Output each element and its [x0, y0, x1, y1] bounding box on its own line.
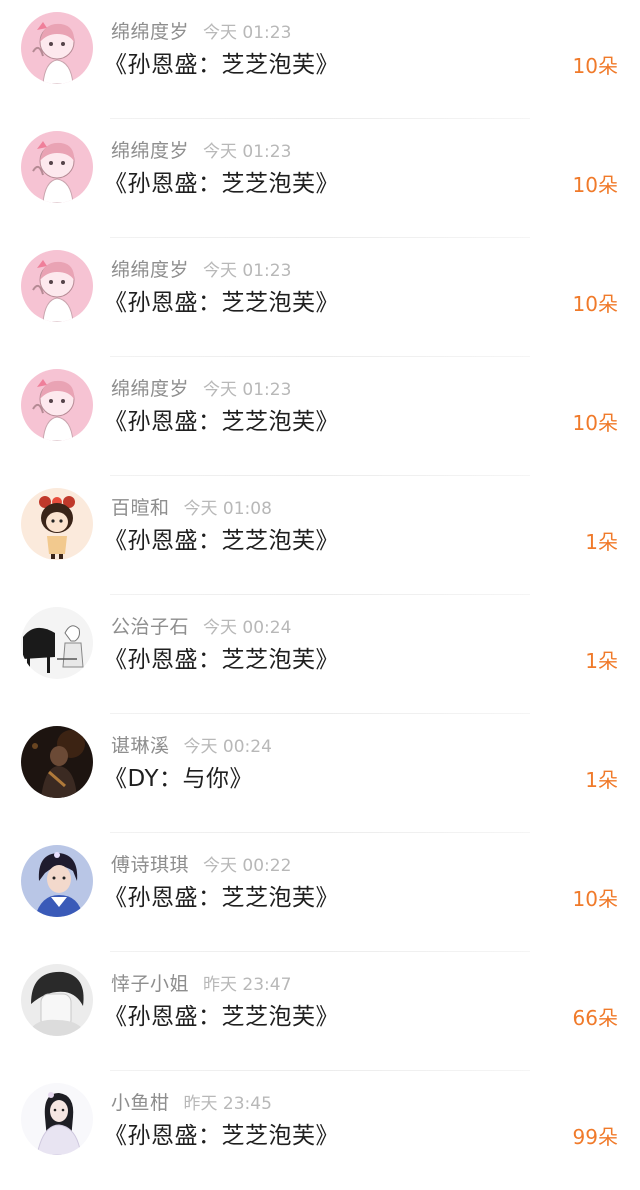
list-item[interactable]: 公治子石 今天 00:24 《孙恩盛：芝芝泡芙》 1朵	[0, 595, 640, 714]
gift-title: 《孙恩盛：芝芝泡芙》	[104, 1004, 339, 1030]
row-meta: 绵绵度岁 今天 01:23	[111, 19, 291, 45]
list-item[interactable]: 绵绵度岁 今天 01:23 《孙恩盛：芝芝泡芙》 10朵	[0, 119, 640, 238]
list-item[interactable]: 谌琳溪 今天 00:24 《DY：与你》 1朵	[0, 714, 640, 833]
list-item[interactable]: 小鱼柑 昨天 23:45 《孙恩盛：芝芝泡芙》 99朵	[0, 1071, 640, 1190]
timestamp: 昨天 23:47	[203, 975, 292, 995]
gift-title: 《孙恩盛：芝芝泡芙》	[104, 171, 339, 197]
costume-portrait-avatar[interactable]	[21, 845, 93, 917]
flower-count: 10朵	[572, 887, 618, 911]
list-item[interactable]: 绵绵度岁 今天 01:23 《孙恩盛：芝芝泡芙》 10朵	[0, 357, 640, 476]
timestamp: 今天 01:23	[203, 142, 292, 162]
user-name[interactable]: 小鱼柑	[111, 1092, 170, 1114]
list-item[interactable]: 绵绵度岁 今天 01:23 《孙恩盛：芝芝泡芙》 10朵	[0, 0, 640, 119]
timestamp: 今天 00:24	[203, 618, 292, 638]
list-item[interactable]: 傅诗琪琪 今天 00:22 《孙恩盛：芝芝泡芙》 10朵	[0, 833, 640, 952]
user-name[interactable]: 绵绵度岁	[111, 259, 189, 281]
flower-count: 1朵	[585, 768, 618, 792]
timestamp: 昨天 23:45	[183, 1094, 272, 1114]
gift-title: 《DY：与你》	[104, 766, 254, 792]
flower-count: 10朵	[572, 173, 618, 197]
user-name[interactable]: 傅诗琪琪	[111, 854, 189, 876]
row-meta: 绵绵度岁 今天 01:23	[111, 138, 291, 164]
row-meta: 傅诗琪琪 今天 00:22	[111, 852, 291, 878]
user-name[interactable]: 绵绵度岁	[111, 140, 189, 162]
gift-title: 《孙恩盛：芝芝泡芙》	[104, 290, 339, 316]
list-item[interactable]: 悻子小姐 昨天 23:47 《孙恩盛：芝芝泡芙》 66朵	[0, 952, 640, 1071]
gift-title: 《孙恩盛：芝芝泡芙》	[104, 885, 339, 911]
user-name[interactable]: 绵绵度岁	[111, 378, 189, 400]
gift-record-list: 绵绵度岁 今天 01:23 《孙恩盛：芝芝泡芙》 10朵 绵绵度岁 今天 01:23…	[0, 0, 640, 1174]
pink-girl-avatar[interactable]	[21, 12, 93, 84]
timestamp: 今天 01:23	[203, 23, 292, 43]
row-meta: 百暄和 今天 01:08	[111, 495, 272, 521]
timestamp: 今天 01:23	[203, 380, 292, 400]
gift-title: 《孙恩盛：芝芝泡芙》	[104, 1123, 339, 1149]
row-meta: 公治子石 今天 00:24	[111, 614, 291, 640]
pink-girl-avatar[interactable]	[21, 250, 93, 322]
dark-warrior-avatar[interactable]	[21, 726, 93, 798]
flower-count: 10朵	[572, 54, 618, 78]
timestamp: 今天 00:22	[203, 856, 292, 876]
gift-title: 《孙恩盛：芝芝泡芙》	[104, 409, 339, 435]
list-item[interactable]: 百暄和 今天 01:08 《孙恩盛：芝芝泡芙》 1朵	[0, 476, 640, 595]
row-meta: 谌琳溪 今天 00:24	[111, 733, 272, 759]
timestamp: 今天 00:24	[183, 737, 272, 757]
flower-count: 66朵	[572, 1006, 618, 1030]
white-dress-girl-avatar[interactable]	[21, 1083, 93, 1155]
pink-girl-avatar[interactable]	[21, 369, 93, 441]
row-meta: 绵绵度岁 今天 01:23	[111, 257, 291, 283]
gift-title: 《孙恩盛：芝芝泡芙》	[104, 528, 339, 554]
gift-title: 《孙恩盛：芝芝泡芙》	[104, 52, 339, 78]
gift-title: 《孙恩盛：芝芝泡芙》	[104, 647, 339, 673]
flower-count: 1朵	[585, 530, 618, 554]
row-meta: 小鱼柑 昨天 23:45	[111, 1090, 272, 1116]
hidden-face-avatar[interactable]	[21, 964, 93, 1036]
user-name[interactable]: 绵绵度岁	[111, 21, 189, 43]
pink-girl-avatar[interactable]	[21, 131, 93, 203]
row-meta: 悻子小姐 昨天 23:47	[111, 971, 291, 997]
list-item[interactable]: 绵绵度岁 今天 01:23 《孙恩盛：芝芝泡芙》 10朵	[0, 238, 640, 357]
flower-count: 10朵	[572, 411, 618, 435]
timestamp: 今天 01:08	[183, 499, 272, 519]
flower-count: 10朵	[572, 292, 618, 316]
piano-sketch-avatar[interactable]	[21, 607, 93, 679]
flower-count: 1朵	[585, 649, 618, 673]
cartoon-doll-avatar[interactable]	[21, 488, 93, 560]
user-name[interactable]: 百暄和	[111, 497, 170, 519]
row-meta: 绵绵度岁 今天 01:23	[111, 376, 291, 402]
user-name[interactable]: 谌琳溪	[111, 735, 170, 757]
user-name[interactable]: 公治子石	[111, 616, 189, 638]
flower-count: 99朵	[572, 1125, 618, 1149]
timestamp: 今天 01:23	[203, 261, 292, 281]
user-name[interactable]: 悻子小姐	[111, 973, 189, 995]
